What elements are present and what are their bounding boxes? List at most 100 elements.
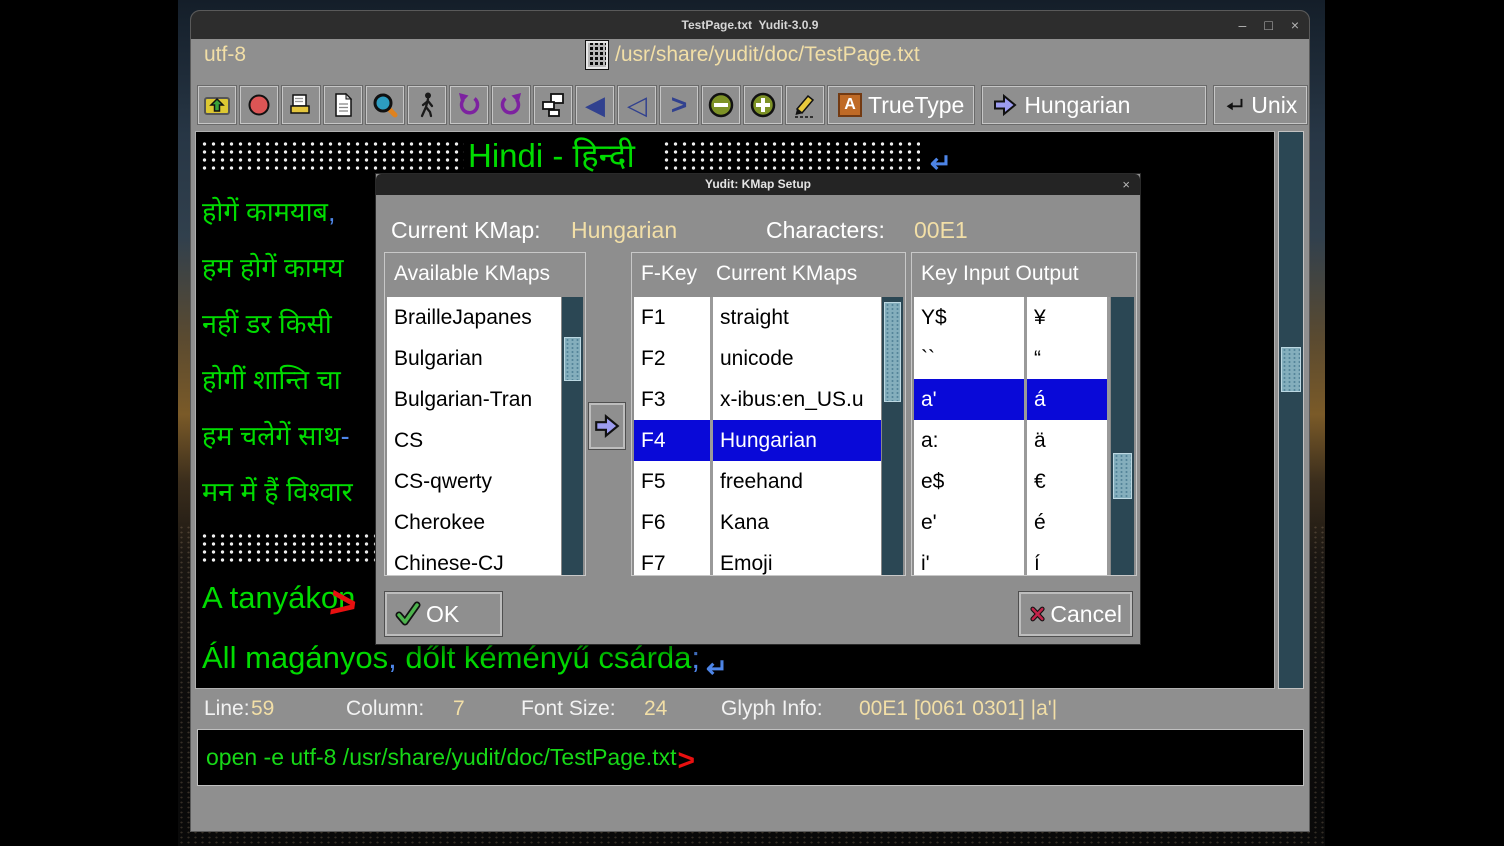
editor-line: नहीं डर किसी: [202, 304, 332, 341]
fkey-cell[interactable]: F1: [634, 297, 710, 338]
kmap-cell[interactable]: x-ibus:en_US.u: [713, 379, 881, 420]
linebreak-button[interactable]: Unix: [1213, 85, 1308, 125]
characters-label: Characters:: [766, 217, 885, 244]
output-cell[interactable]: “: [1027, 338, 1107, 379]
fkey-header-label: F-Key: [641, 262, 697, 286]
output-cell[interactable]: €: [1027, 461, 1107, 502]
output-cell-selected[interactable]: á: [1027, 379, 1107, 420]
available-kmaps-panel: Available KMaps BrailleJapanes Bulgarian…: [384, 252, 586, 576]
open-file-button[interactable]: [197, 85, 237, 125]
input-kmap-label: Hungarian: [1024, 92, 1130, 119]
output-cell[interactable]: í: [1027, 543, 1107, 575]
freehand-button[interactable]: [785, 85, 825, 125]
minimize-button[interactable]: –: [1239, 11, 1247, 39]
keyboard-icon: [586, 41, 608, 69]
editor-scrollbar[interactable]: [1278, 131, 1304, 689]
list-item[interactable]: Cherokee: [387, 502, 561, 543]
arrow-right-icon: [992, 92, 1018, 118]
search-icon: [371, 91, 399, 119]
fkey-cell[interactable]: F6: [634, 502, 710, 543]
window-controls: – □ ×: [1239, 11, 1299, 39]
layout-button[interactable]: [533, 85, 573, 125]
document-button[interactable]: [323, 85, 363, 125]
next-button[interactable]: >: [659, 85, 699, 125]
zoom-out-button[interactable]: [701, 85, 741, 125]
check-icon: [395, 601, 421, 627]
key-input-cell[interactable]: e': [914, 502, 1024, 543]
font-renderer-label: TrueType: [868, 92, 964, 119]
output-cell[interactable]: ä: [1027, 420, 1107, 461]
line-text: हम चलेगें साथ: [202, 421, 341, 451]
assign-kmap-button[interactable]: [588, 402, 626, 450]
fkey-cell[interactable]: F3: [634, 379, 710, 420]
dialog-titlebar[interactable]: Yudit: KMap Setup ×: [376, 174, 1140, 195]
undo-button[interactable]: [449, 85, 489, 125]
list-item[interactable]: CS: [387, 420, 561, 461]
output-column: ¥ “ á ä € é í: [1027, 297, 1107, 575]
key-input-cell[interactable]: a:: [914, 420, 1024, 461]
prev-button[interactable]: ◀: [575, 85, 615, 125]
list-item[interactable]: CS-qwerty: [387, 461, 561, 502]
record-button[interactable]: [239, 85, 279, 125]
fkey-cell-selected[interactable]: F4: [634, 420, 710, 461]
glyphinfo-label: Glyph Info:: [721, 697, 823, 721]
output-cell[interactable]: ¥: [1027, 297, 1107, 338]
fkey-cell[interactable]: F7: [634, 543, 710, 575]
editor-scrollbar-thumb[interactable]: [1281, 347, 1301, 392]
fkey-scrollbar[interactable]: [881, 297, 903, 575]
ok-label: OK: [426, 601, 459, 628]
go-button[interactable]: [407, 85, 447, 125]
maximize-button[interactable]: □: [1264, 11, 1272, 39]
fkey-kmaps-header: F-Key Current KMaps: [632, 253, 905, 297]
pencil-icon: [791, 91, 819, 119]
kmap-cell[interactable]: Kana: [713, 502, 881, 543]
kmap-value-column: straight unicode x-ibus:en_US.u Hungaria…: [713, 297, 881, 575]
list-item[interactable]: Chinese-CJ: [387, 543, 561, 575]
characters-value: 00E1: [914, 217, 968, 244]
kmap-cell[interactable]: straight: [713, 297, 881, 338]
line-text: नहीं डर किसी: [202, 309, 332, 339]
window-titlebar[interactable]: TestPage.txt Yudit-3.0.9 – □ ×: [191, 11, 1309, 39]
document-icon: [329, 91, 357, 119]
print-button[interactable]: [281, 85, 321, 125]
cancel-label: Cancel: [1050, 601, 1122, 628]
kmap-cell-selected[interactable]: Hungarian: [713, 420, 881, 461]
fkey-cell[interactable]: F5: [634, 461, 710, 502]
key-input-cell[interactable]: e$: [914, 461, 1024, 502]
keyio-scrollbar[interactable]: [1110, 297, 1134, 575]
kmap-cell[interactable]: freehand: [713, 461, 881, 502]
fkey-cell[interactable]: F2: [634, 338, 710, 379]
key-input-cell[interactable]: Y$: [914, 297, 1024, 338]
list-item[interactable]: Bulgarian: [387, 338, 561, 379]
cancel-button[interactable]: Cancel: [1018, 591, 1133, 637]
command-input[interactable]: open -e utf-8 /usr/share/yudit/doc/TestP…: [197, 729, 1304, 786]
font-renderer-button[interactable]: A TrueType: [827, 85, 975, 125]
search-button[interactable]: [365, 85, 405, 125]
available-kmaps-header: Available KMaps: [385, 253, 585, 297]
return-icon: [1224, 93, 1245, 117]
redo-button[interactable]: [491, 85, 531, 125]
key-input-cell[interactable]: i': [914, 543, 1024, 575]
ok-button[interactable]: OK: [384, 591, 503, 637]
close-button[interactable]: ×: [1291, 11, 1299, 39]
key-input-cell[interactable]: ``: [914, 338, 1024, 379]
scrollbar-thumb[interactable]: [564, 337, 581, 381]
kmap-cell[interactable]: unicode: [713, 338, 881, 379]
key-input-cell-selected[interactable]: a': [914, 379, 1024, 420]
line-label: Line:: [204, 697, 250, 721]
scrollbar-thumb[interactable]: [1113, 453, 1132, 499]
prev-outline-button[interactable]: ◁: [617, 85, 657, 125]
input-kmap-button[interactable]: Hungarian: [981, 85, 1207, 125]
minus-circle-icon: [707, 91, 735, 119]
scrollbar-thumb[interactable]: [884, 302, 901, 402]
output-cell[interactable]: é: [1027, 502, 1107, 543]
fkey-column: F1 F2 F3 F4 F5 F6 F7: [634, 297, 710, 575]
kmap-cell[interactable]: Emoji: [713, 543, 881, 575]
list-item[interactable]: Bulgarian-Tran: [387, 379, 561, 420]
dialog-title: Yudit: KMap Setup: [376, 174, 1140, 195]
line-text: होगें कामयाब: [202, 197, 328, 227]
zoom-in-button[interactable]: [743, 85, 783, 125]
dialog-close-button[interactable]: ×: [1122, 174, 1130, 195]
list-item[interactable]: BrailleJapanes: [387, 297, 561, 338]
available-kmaps-scrollbar[interactable]: [561, 297, 583, 575]
